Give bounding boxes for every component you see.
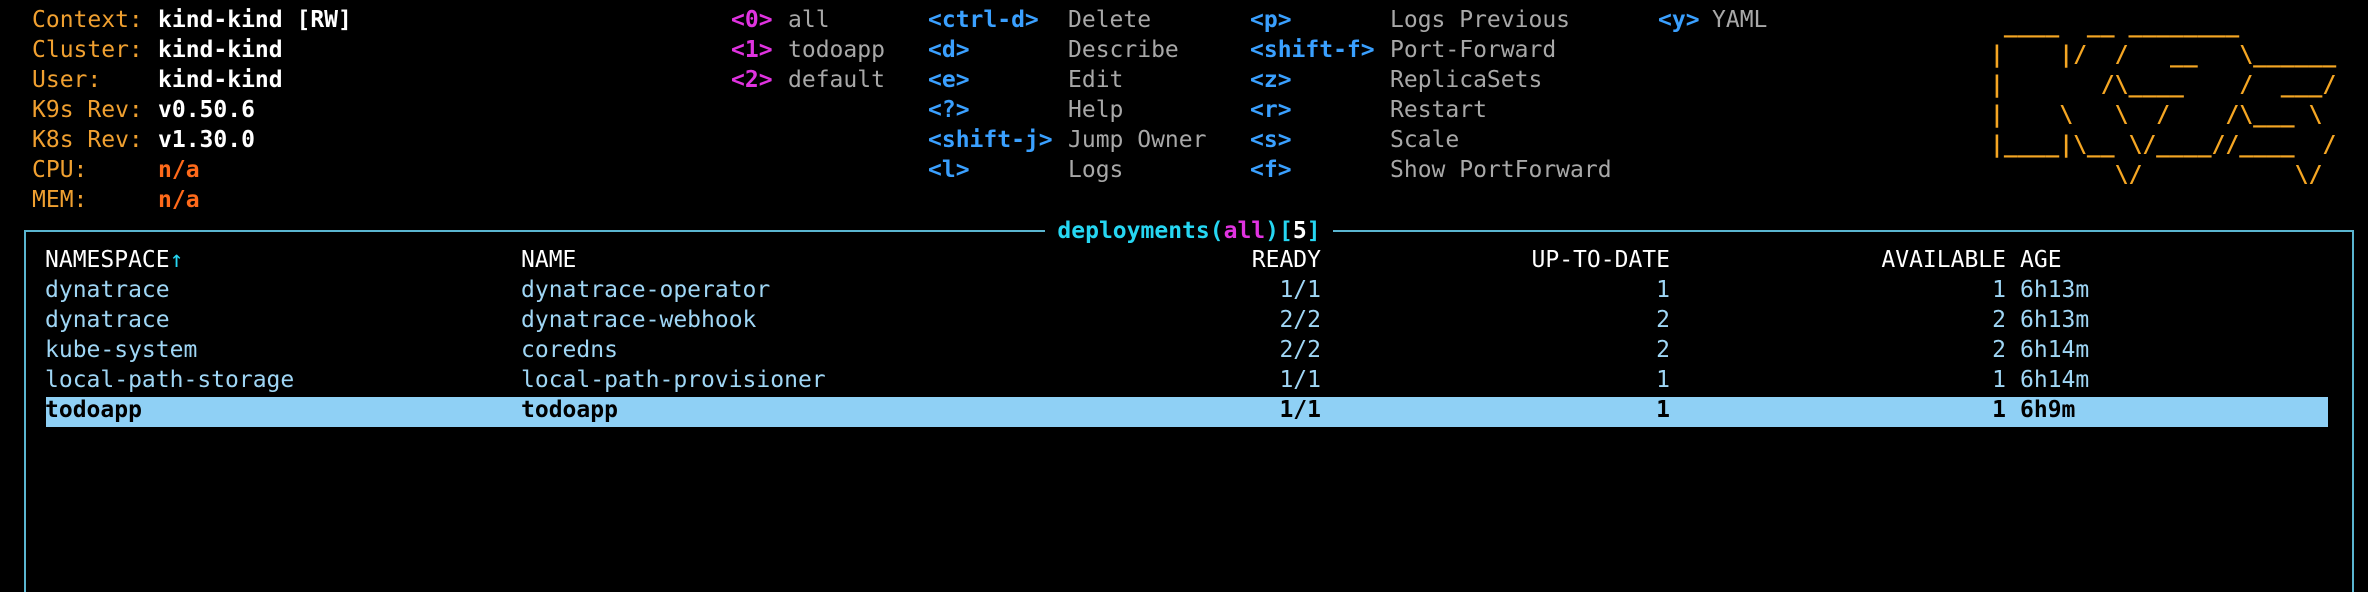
shortcut-label[interactable]: Delete <box>1068 5 1151 35</box>
namespace-option[interactable]: all <box>788 5 830 35</box>
cell-up-to-date[interactable]: 1 <box>1656 395 1670 425</box>
info-value: n/a <box>158 187 200 213</box>
resource-name: deployments <box>1057 218 1210 244</box>
selected-row-highlight <box>46 397 2328 427</box>
shortcut-label[interactable]: Jump Owner <box>1068 125 1206 155</box>
shortcut-key[interactable]: <l> <box>928 155 970 185</box>
column-header-available[interactable]: AVAILABLE <box>1881 245 2006 275</box>
sort-arrow-icon: ↑ <box>169 247 184 273</box>
cell-up-to-date[interactable]: 2 <box>1656 335 1670 365</box>
shortcut-key[interactable]: <f> <box>1250 155 1292 185</box>
shortcut-key[interactable]: <shift-f> <box>1250 35 1375 65</box>
namespace-key[interactable]: <2> <box>731 65 773 95</box>
cell-name[interactable]: coredns <box>521 335 618 365</box>
namespace-option[interactable]: default <box>788 65 885 95</box>
cell-up-to-date[interactable]: 1 <box>1656 365 1670 395</box>
info-value: v0.50.6 <box>158 97 255 123</box>
cell-name[interactable]: todoapp <box>521 395 618 425</box>
shortcut-label[interactable]: Help <box>1068 95 1123 125</box>
cell-namespace[interactable]: local-path-storage <box>45 365 294 395</box>
shortcut-label[interactable]: Scale <box>1390 125 1459 155</box>
cell-namespace[interactable]: todoapp <box>45 395 142 425</box>
namespace-option[interactable]: todoapp <box>788 35 885 65</box>
shortcut-label[interactable]: Describe <box>1068 35 1179 65</box>
cell-ready[interactable]: 2/2 <box>1279 335 1321 365</box>
namespace-key[interactable]: <0> <box>731 5 773 35</box>
info-label: MEM: <box>32 187 88 213</box>
cell-namespace[interactable]: dynatrace <box>45 305 170 335</box>
namespace-key[interactable]: <1> <box>731 35 773 65</box>
cell-available[interactable]: 1 <box>1992 275 2006 305</box>
info-value: v1.30.0 <box>158 127 255 153</box>
table-title: deployments(all)[5] <box>26 216 2352 246</box>
cell-up-to-date[interactable]: 1 <box>1656 275 1670 305</box>
column-header-age[interactable]: AGE <box>2020 245 2062 275</box>
shortcut-label[interactable]: Logs Previous <box>1390 5 1570 35</box>
info-label: User: <box>32 67 102 93</box>
cell-name[interactable]: local-path-provisioner <box>521 365 826 395</box>
shortcut-key[interactable]: <y> <box>1658 5 1700 35</box>
cell-ready[interactable]: 1/1 <box>1279 275 1321 305</box>
cell-ready[interactable]: 1/1 <box>1279 365 1321 395</box>
cell-ready[interactable]: 2/2 <box>1279 305 1321 335</box>
column-header-name[interactable]: NAME <box>521 245 576 275</box>
shortcut-label[interactable]: Edit <box>1068 65 1123 95</box>
cell-age[interactable]: 6h14m <box>2020 365 2089 395</box>
info-label: K8s Rev: <box>32 127 143 153</box>
info-label: Context: <box>32 7 143 33</box>
shortcut-label[interactable]: Show PortForward <box>1390 155 1612 185</box>
shortcut-key[interactable]: <p> <box>1250 5 1292 35</box>
cell-age[interactable]: 6h9m <box>2020 395 2075 425</box>
shortcut-key[interactable]: <r> <box>1250 95 1292 125</box>
shortcut-key[interactable]: <ctrl-d> <box>928 5 1039 35</box>
cell-name[interactable]: dynatrace-operator <box>521 275 770 305</box>
cell-up-to-date[interactable]: 2 <box>1656 305 1670 335</box>
k9s-logo: ____ __ ________ | |/ / __ \______ | /\_… <box>1990 12 2337 188</box>
cell-available[interactable]: 1 <box>1992 365 2006 395</box>
info-label: Cluster: <box>32 37 143 63</box>
shortcut-label[interactable]: Restart <box>1390 95 1487 125</box>
info-value: kind-kind [RW] <box>158 7 352 33</box>
shortcut-key[interactable]: <s> <box>1250 125 1292 155</box>
shortcut-key[interactable]: <e> <box>928 65 970 95</box>
shortcut-label[interactable]: Port-Forward <box>1390 35 1556 65</box>
namespace-filter: all <box>1223 218 1266 244</box>
shortcut-key[interactable]: <z> <box>1250 65 1292 95</box>
cell-name[interactable]: dynatrace-webhook <box>521 305 756 335</box>
column-header-ready[interactable]: READY <box>1252 245 1321 275</box>
shortcut-key[interactable]: <shift-j> <box>928 125 1053 155</box>
cell-ready[interactable]: 1/1 <box>1279 395 1321 425</box>
cell-available[interactable]: 1 <box>1992 395 2006 425</box>
info-value: n/a <box>158 157 200 183</box>
cell-available[interactable]: 2 <box>1992 305 2006 335</box>
shortcut-label[interactable]: YAML <box>1712 5 1767 35</box>
cell-age[interactable]: 6h14m <box>2020 335 2089 365</box>
column-header-namespace[interactable]: NAMESPACE↑ <box>45 245 183 275</box>
shortcut-label[interactable]: ReplicaSets <box>1390 65 1542 95</box>
cell-namespace[interactable]: dynatrace <box>45 275 170 305</box>
info-value: kind-kind <box>158 67 283 93</box>
info-value: kind-kind <box>158 37 283 63</box>
cell-age[interactable]: 6h13m <box>2020 305 2089 335</box>
column-header-up-to-date[interactable]: UP-TO-DATE <box>1532 245 1670 275</box>
shortcut-label[interactable]: Logs <box>1068 155 1123 185</box>
resource-count: 5 <box>1292 218 1307 244</box>
cell-available[interactable]: 2 <box>1992 335 2006 365</box>
shortcut-key[interactable]: <?> <box>928 95 970 125</box>
info-label: K9s Rev: <box>32 97 143 123</box>
cell-namespace[interactable]: kube-system <box>45 335 197 365</box>
shortcut-key[interactable]: <d> <box>928 35 970 65</box>
cell-age[interactable]: 6h13m <box>2020 275 2089 305</box>
info-label: CPU: <box>32 157 88 183</box>
